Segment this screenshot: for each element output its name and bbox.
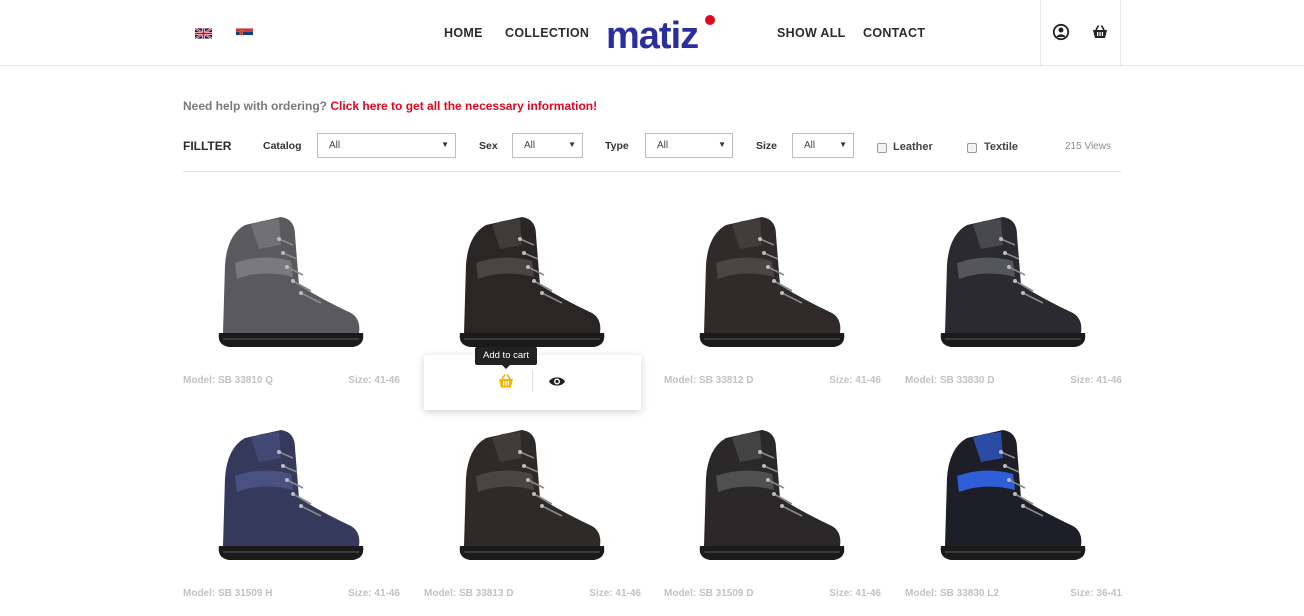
product-size: Size: 41-46: [829, 375, 881, 386]
uk-flag-icon[interactable]: [195, 28, 212, 39]
size-select[interactable]: All ▼: [792, 133, 854, 158]
sex-label: Sex: [479, 140, 498, 152]
boot-image[interactable]: [183, 205, 400, 365]
boot-image[interactable]: [424, 418, 641, 578]
type-select-value: All: [657, 140, 669, 151]
cart-basket-icon[interactable]: [497, 372, 515, 390]
product-card[interactable]: Model: SB 31509 H Size: 41-46: [183, 418, 400, 613]
product-model: Model: SB 33813 D: [424, 588, 514, 599]
product-card[interactable]: Model: SB 33810 Q Size: 41-46: [183, 205, 400, 400]
filter-title: FILLTER: [183, 139, 232, 153]
product-card[interactable]: Model: SB 31509 D Size: 41-46: [664, 418, 881, 613]
boot-image[interactable]: [424, 205, 641, 365]
product-model: Model: SB 33830 L2: [905, 588, 999, 599]
product-model: Model: SB 33830 D: [905, 375, 995, 386]
size-select-value: All: [804, 140, 816, 151]
help-line: Need help with ordering? Click here to g…: [183, 99, 597, 113]
catalog-select[interactable]: All ▼: [317, 133, 456, 158]
type-select[interactable]: All ▼: [645, 133, 733, 158]
product-model: Model: SB 31509 H: [183, 588, 273, 599]
help-question: Need help with ordering?: [183, 99, 328, 113]
product-size: Size: 41-46: [589, 588, 641, 599]
dropdown-arrow-icon: ▼: [718, 140, 726, 149]
action-divider: [532, 370, 533, 392]
product-size: Size: 36-41: [1070, 588, 1122, 599]
dropdown-arrow-icon: ▼: [441, 140, 449, 149]
product-size: Size: 41-46: [348, 588, 400, 599]
textile-label[interactable]: Textile: [984, 141, 1018, 153]
size-label: Size: [756, 140, 778, 152]
product-card[interactable]: Model: SB 33813 D Size: 41-46: [424, 418, 641, 613]
product-size: Size: 41-46: [829, 588, 881, 599]
matiz-logo[interactable]: matiz: [606, 14, 752, 54]
product-size: Size: 41-46: [1070, 375, 1122, 386]
nav-show-all[interactable]: SHOW ALL: [777, 26, 846, 40]
boot-image[interactable]: [905, 418, 1122, 578]
help-info-link[interactable]: Click here to get all the necessary info…: [330, 99, 597, 113]
dropdown-arrow-icon: ▼: [839, 140, 847, 149]
shopping-bag-icon[interactable]: [1091, 23, 1109, 41]
header-divider: [1120, 0, 1121, 66]
leather-checkbox[interactable]: [877, 143, 887, 153]
boot-image[interactable]: [664, 418, 881, 578]
filter-divider: [183, 171, 1121, 172]
nav-collection[interactable]: COLLECTION: [505, 26, 589, 40]
eye-icon[interactable]: [548, 375, 566, 388]
dropdown-arrow-icon: ▼: [568, 140, 576, 149]
catalog-select-value: All: [329, 140, 341, 151]
leather-label[interactable]: Leather: [893, 141, 933, 153]
sex-select[interactable]: All ▼: [512, 133, 583, 158]
product-model: Model: SB 33812 D: [664, 375, 754, 386]
product-card[interactable]: Model: SB 33830 D Size: 41-46: [905, 205, 1122, 400]
sex-select-value: All: [524, 140, 536, 151]
header-divider: [1040, 0, 1041, 66]
nav-contact[interactable]: CONTACT: [863, 26, 925, 40]
boot-image[interactable]: [664, 205, 881, 365]
svg-text:matiz: matiz: [606, 15, 698, 54]
product-model: Model: SB 33810 Q: [183, 375, 274, 386]
catalog-label: Catalog: [263, 140, 302, 152]
add-to-cart-tooltip: Add to cart: [475, 347, 537, 369]
site-header: HOME COLLECTION matiz SHOW ALL CONTACT: [0, 0, 1304, 66]
boot-image[interactable]: [183, 418, 400, 578]
product-model: Model: SB 31509 D: [664, 588, 754, 599]
textile-checkbox[interactable]: [967, 143, 977, 153]
boot-image[interactable]: [905, 205, 1122, 365]
serbia-flag-icon[interactable]: [236, 28, 253, 39]
user-icon[interactable]: [1052, 23, 1070, 41]
product-card[interactable]: Model: SB 33830 L2 Size: 36-41: [905, 418, 1122, 613]
nav-home[interactable]: HOME: [444, 26, 483, 40]
product-size: Size: 41-46: [348, 375, 400, 386]
product-card[interactable]: Model: SB 33812 D Size: 41-46: [664, 205, 881, 400]
type-label: Type: [605, 140, 629, 152]
views-count: 215 Views: [1065, 141, 1111, 152]
